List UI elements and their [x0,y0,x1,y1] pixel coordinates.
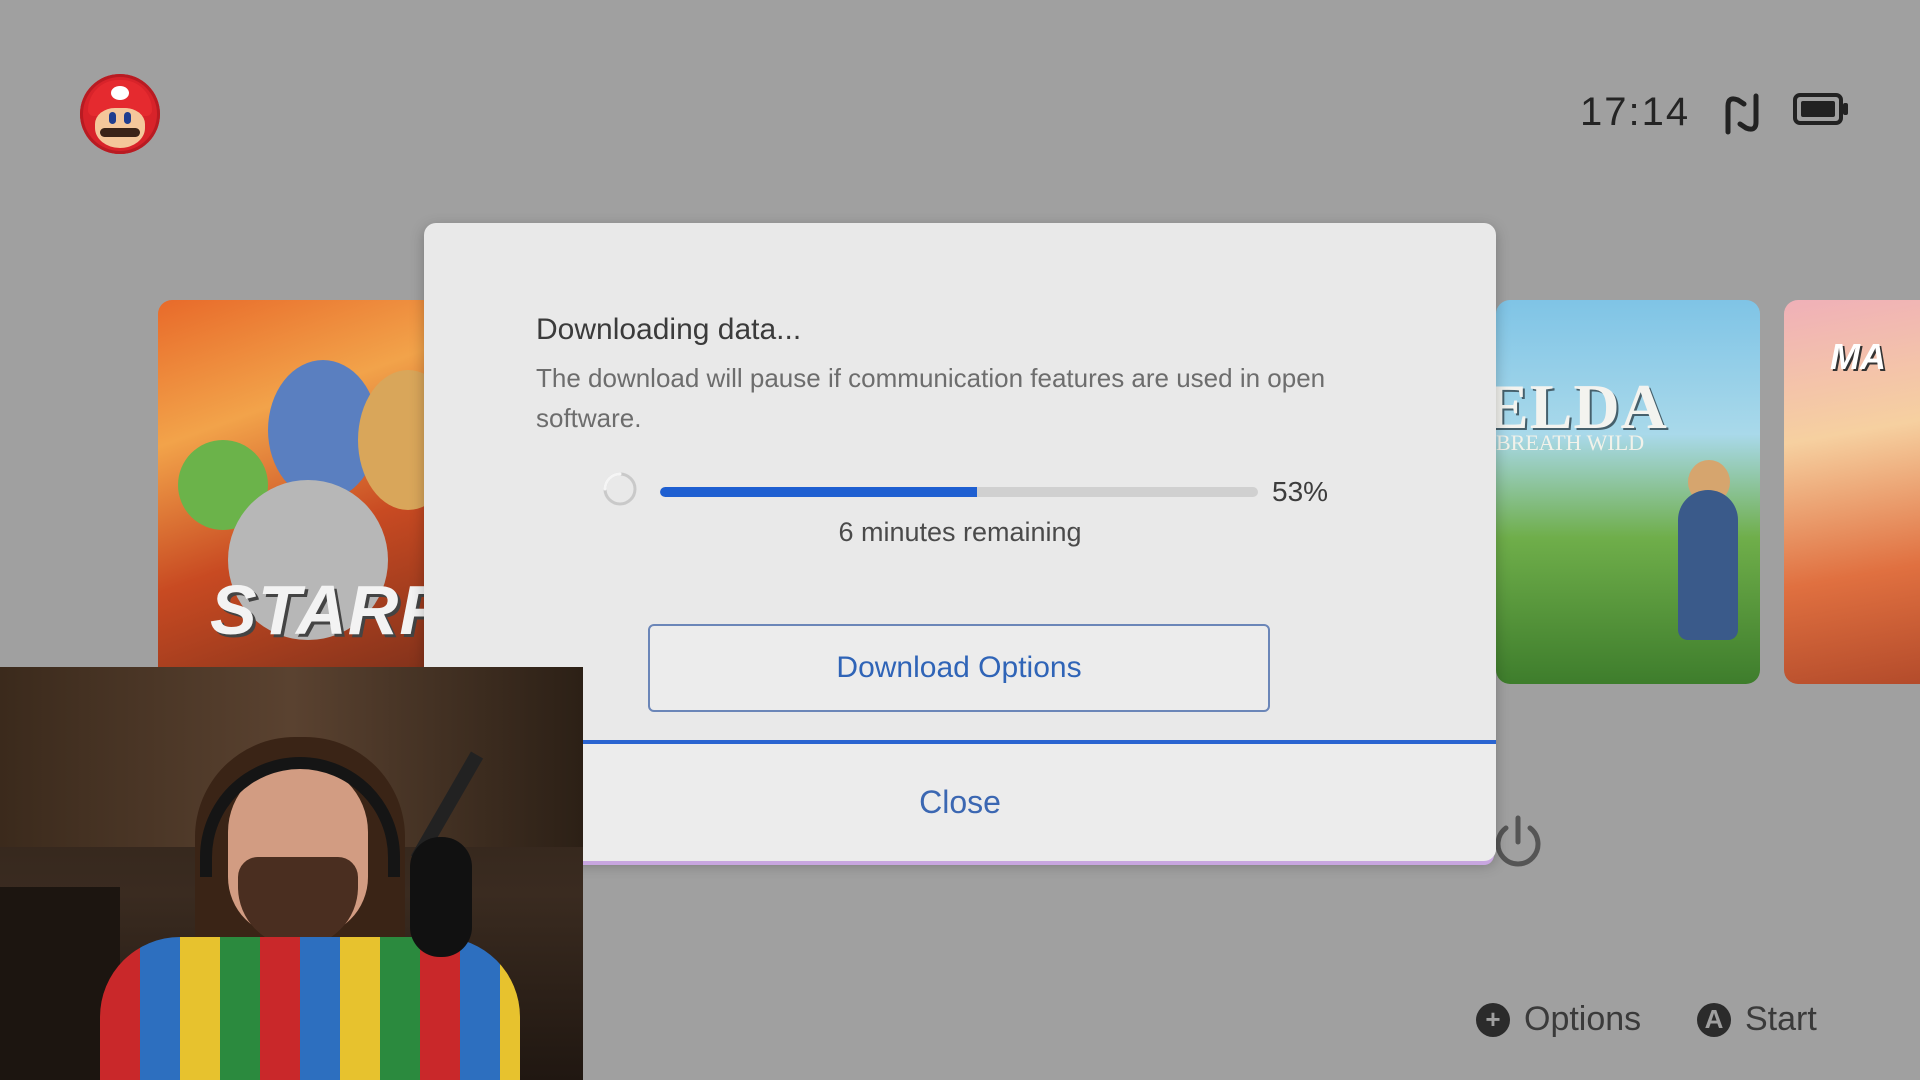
options-label: Options [1524,1000,1642,1038]
spinner-icon [603,472,637,506]
game-logo: MA [1830,336,1886,377]
progress-fill [660,487,977,497]
download-options-button[interactable]: Download Options [648,624,1270,712]
dialog-description: The download will pause if communication… [536,363,1326,433]
game-tile-starfox[interactable]: STARF [158,300,448,684]
a-button-icon: A [1697,1002,1731,1037]
webcam-overlay [0,667,583,1080]
battery-icon [1793,93,1848,125]
start-label: Start [1745,1000,1817,1038]
game-tile-mario[interactable]: MA [1784,300,1920,684]
wifi-signal-icon [1725,93,1759,135]
plus-button-icon: + [1476,1002,1510,1037]
game-subtitle: BREATH WILD [1496,430,1645,455]
download-dialog: Downloading data... The download will pa… [424,223,1496,861]
game-tile-zelda[interactable]: ELDA BREATH WILD [1496,300,1760,684]
dialog-title: Downloading data... [536,313,802,346]
progress-bar [660,487,1258,497]
start-hint[interactable]: A Start [1697,1000,1817,1039]
game-logo: STARF [210,571,444,649]
clock: 17:14 [1580,90,1691,134]
time-remaining: 6 minutes remaining [838,517,1082,547]
progress-percent: 53% [1272,476,1329,507]
options-hint[interactable]: + Options [1476,1000,1641,1039]
close-button[interactable]: Close [424,740,1496,861]
user-avatar[interactable] [80,74,160,154]
